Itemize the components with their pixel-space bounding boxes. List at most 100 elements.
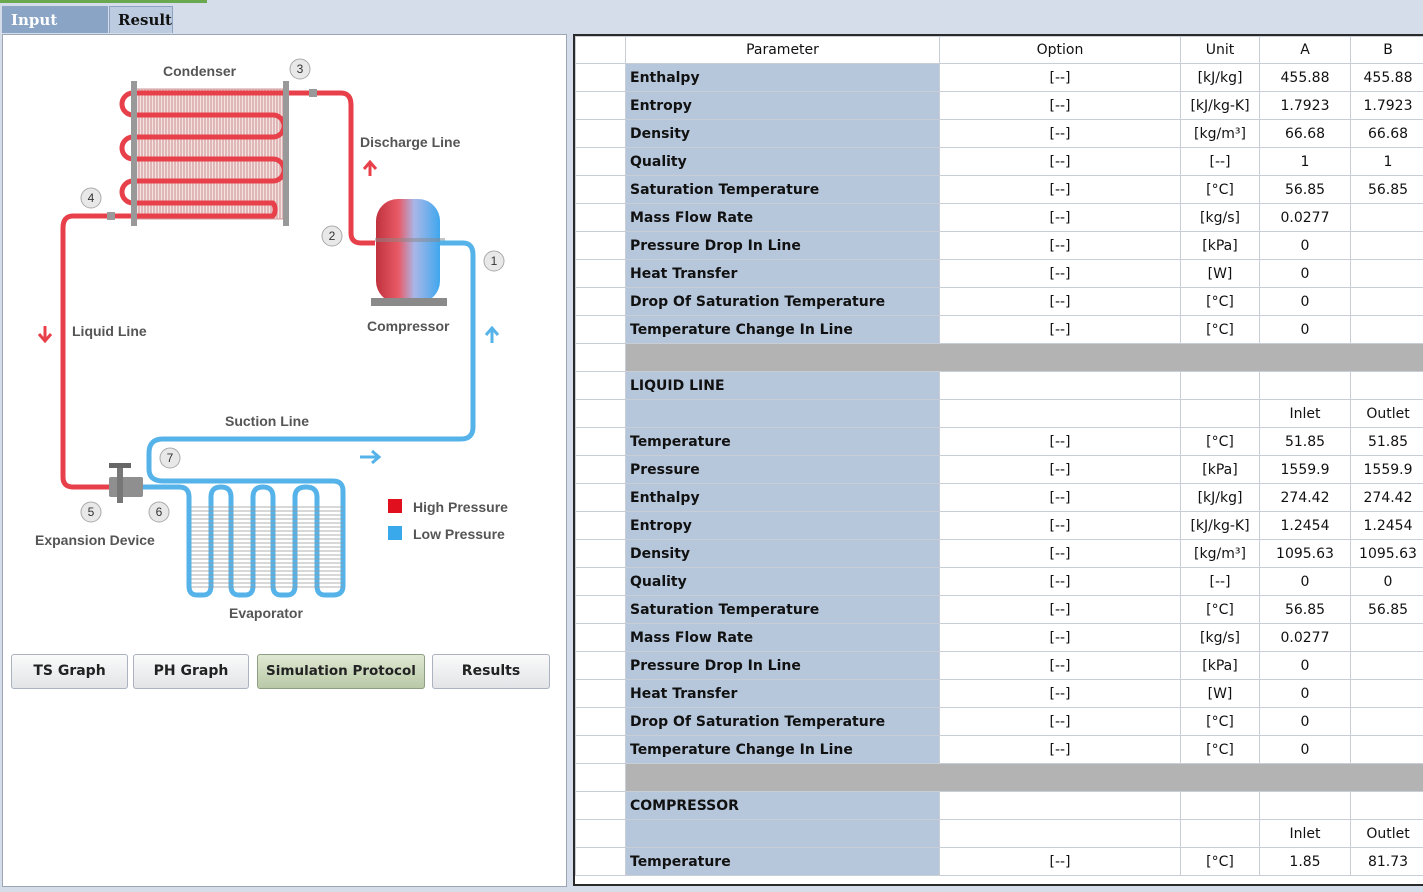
- value-a-cell[interactable]: 1095.63: [1259, 539, 1351, 568]
- unit-cell[interactable]: [W]: [1180, 259, 1260, 288]
- option-cell[interactable]: [--]: [939, 679, 1181, 708]
- option-cell[interactable]: [--]: [939, 623, 1181, 652]
- header-a[interactable]: A: [1259, 36, 1351, 64]
- value-a-cell[interactable]: [1259, 791, 1351, 820]
- value-a-cell[interactable]: 0: [1259, 735, 1351, 764]
- value-b-cell[interactable]: [1350, 287, 1423, 316]
- value-a-cell[interactable]: 1.7923: [1259, 91, 1351, 120]
- unit-cell[interactable]: [kJ/kg-K]: [1180, 91, 1260, 120]
- option-cell[interactable]: [--]: [939, 483, 1181, 512]
- option-cell[interactable]: [--]: [939, 511, 1181, 540]
- option-cell[interactable]: [939, 371, 1181, 400]
- value-a-cell[interactable]: 0: [1259, 287, 1351, 316]
- header-parameter[interactable]: Parameter: [625, 36, 940, 64]
- value-b-cell[interactable]: 1: [1350, 147, 1423, 176]
- unit-cell[interactable]: [kPa]: [1180, 231, 1260, 260]
- value-a-cell[interactable]: 0: [1259, 259, 1351, 288]
- value-b-cell[interactable]: [1350, 203, 1423, 232]
- value-a-cell[interactable]: 0: [1259, 651, 1351, 680]
- unit-cell[interactable]: [1180, 791, 1260, 820]
- unit-cell[interactable]: [°C]: [1180, 735, 1260, 764]
- value-b-cell[interactable]: 56.85: [1350, 595, 1423, 624]
- value-b-cell[interactable]: [1350, 231, 1423, 260]
- option-cell[interactable]: [--]: [939, 315, 1181, 344]
- value-a-cell[interactable]: 0: [1259, 707, 1351, 736]
- value-b-cell[interactable]: 1.2454: [1350, 511, 1423, 540]
- value-a-cell[interactable]: Inlet: [1259, 399, 1351, 428]
- value-b-cell[interactable]: 274.42: [1350, 483, 1423, 512]
- option-cell[interactable]: [--]: [939, 259, 1181, 288]
- value-b-cell[interactable]: Outlet: [1350, 819, 1423, 848]
- header-unit[interactable]: Unit: [1180, 36, 1260, 64]
- value-b-cell[interactable]: 51.85: [1350, 427, 1423, 456]
- value-a-cell[interactable]: 274.42: [1259, 483, 1351, 512]
- value-a-cell[interactable]: 1.85: [1259, 847, 1351, 876]
- unit-cell[interactable]: [kPa]: [1180, 651, 1260, 680]
- value-a-cell[interactable]: 0.0277: [1259, 203, 1351, 232]
- simulation-protocol-button[interactable]: Simulation Protocol: [257, 654, 425, 689]
- unit-cell[interactable]: [°C]: [1180, 707, 1260, 736]
- unit-cell[interactable]: [kPa]: [1180, 455, 1260, 484]
- value-a-cell[interactable]: 1: [1259, 147, 1351, 176]
- unit-cell[interactable]: [--]: [1180, 567, 1260, 596]
- value-b-cell[interactable]: 66.68: [1350, 119, 1423, 148]
- unit-cell[interactable]: [W]: [1180, 679, 1260, 708]
- value-b-cell[interactable]: 81.73: [1350, 847, 1423, 876]
- unit-cell[interactable]: [°C]: [1180, 595, 1260, 624]
- option-cell[interactable]: [--]: [939, 735, 1181, 764]
- tab-result[interactable]: Result: [109, 6, 173, 33]
- unit-cell[interactable]: [kg/s]: [1180, 623, 1260, 652]
- value-a-cell[interactable]: 0: [1259, 315, 1351, 344]
- value-b-cell[interactable]: [1350, 707, 1423, 736]
- value-a-cell[interactable]: 56.85: [1259, 175, 1351, 204]
- option-cell[interactable]: [--]: [939, 119, 1181, 148]
- unit-cell[interactable]: [--]: [1180, 147, 1260, 176]
- value-b-cell[interactable]: [1350, 791, 1423, 820]
- value-a-cell[interactable]: 1.2454: [1259, 511, 1351, 540]
- unit-cell[interactable]: [kJ/kg-K]: [1180, 511, 1260, 540]
- value-b-cell[interactable]: [1350, 259, 1423, 288]
- value-a-cell[interactable]: 51.85: [1259, 427, 1351, 456]
- ts-graph-button[interactable]: TS Graph: [11, 654, 128, 689]
- unit-cell[interactable]: [1180, 399, 1260, 428]
- value-b-cell[interactable]: Outlet: [1350, 399, 1423, 428]
- option-cell[interactable]: [--]: [939, 707, 1181, 736]
- value-b-cell[interactable]: 56.85: [1350, 175, 1423, 204]
- value-a-cell[interactable]: Inlet: [1259, 819, 1351, 848]
- unit-cell[interactable]: [°C]: [1180, 847, 1260, 876]
- unit-cell[interactable]: [1180, 819, 1260, 848]
- ph-graph-button[interactable]: PH Graph: [133, 654, 249, 689]
- value-a-cell[interactable]: 455.88: [1259, 63, 1351, 92]
- results-button[interactable]: Results: [432, 654, 550, 689]
- option-cell[interactable]: [--]: [939, 63, 1181, 92]
- value-a-cell[interactable]: [1259, 371, 1351, 400]
- value-b-cell[interactable]: 1095.63: [1350, 539, 1423, 568]
- option-cell[interactable]: [--]: [939, 231, 1181, 260]
- value-b-cell[interactable]: 455.88: [1350, 63, 1423, 92]
- option-cell[interactable]: [--]: [939, 91, 1181, 120]
- unit-cell[interactable]: [kJ/kg]: [1180, 63, 1260, 92]
- option-cell[interactable]: [--]: [939, 175, 1181, 204]
- unit-cell[interactable]: [1180, 371, 1260, 400]
- option-cell[interactable]: [--]: [939, 651, 1181, 680]
- option-cell[interactable]: [--]: [939, 203, 1181, 232]
- value-a-cell[interactable]: 66.68: [1259, 119, 1351, 148]
- unit-cell[interactable]: [kg/m³]: [1180, 119, 1260, 148]
- value-a-cell[interactable]: 0: [1259, 679, 1351, 708]
- value-b-cell[interactable]: [1350, 735, 1423, 764]
- option-cell[interactable]: [--]: [939, 455, 1181, 484]
- unit-cell[interactable]: [kJ/kg]: [1180, 483, 1260, 512]
- unit-cell[interactable]: [kg/s]: [1180, 203, 1260, 232]
- option-cell[interactable]: [939, 819, 1181, 848]
- option-cell[interactable]: [--]: [939, 595, 1181, 624]
- option-cell[interactable]: [939, 399, 1181, 428]
- unit-cell[interactable]: [kg/m³]: [1180, 539, 1260, 568]
- unit-cell[interactable]: [°C]: [1180, 175, 1260, 204]
- value-b-cell[interactable]: 0: [1350, 567, 1423, 596]
- option-cell[interactable]: [--]: [939, 567, 1181, 596]
- header-option[interactable]: Option: [939, 36, 1181, 64]
- unit-cell[interactable]: [°C]: [1180, 427, 1260, 456]
- value-a-cell[interactable]: 0: [1259, 567, 1351, 596]
- option-cell[interactable]: [--]: [939, 147, 1181, 176]
- option-cell[interactable]: [--]: [939, 847, 1181, 876]
